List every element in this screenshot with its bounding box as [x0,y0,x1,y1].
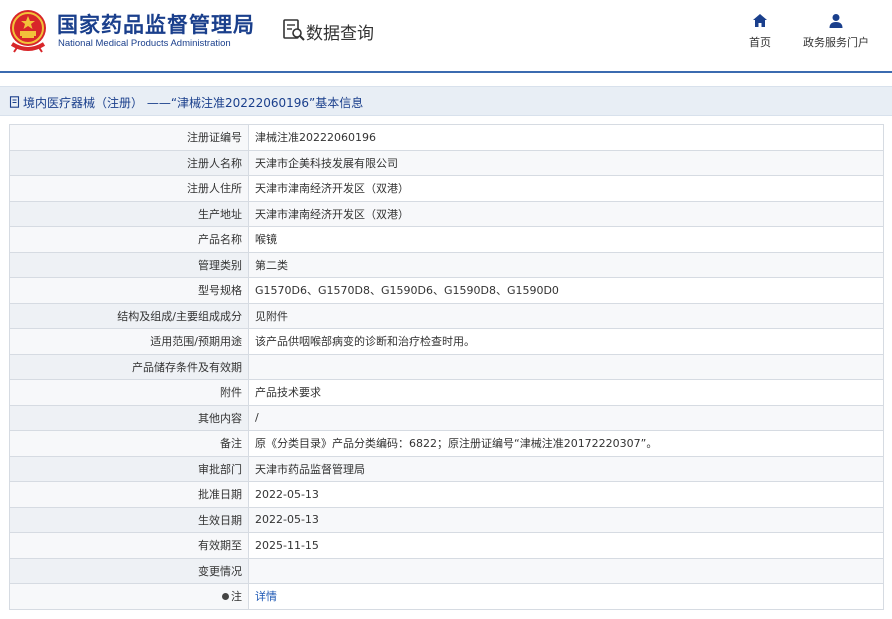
nav-home-label: 首页 [749,36,771,49]
table-row: 产品储存条件及有效期 [9,353,884,380]
table-row: 生效日期 2022-05-13 [9,506,884,533]
user-icon [829,14,843,28]
nav-home[interactable]: 首页 [745,12,775,50]
breadcrumb-text: 境内医疗器械（注册） ——“津械注准20222060196”基本信息 [23,96,364,110]
details-link[interactable]: 详情 [255,590,277,603]
field-label: 附件 [9,379,249,406]
field-label: 有效期至 [9,532,249,559]
field-value: 喉镜 [248,226,884,253]
field-label: 注册人名称 [9,149,249,176]
table-row: 管理类别 第二类 [9,251,884,278]
field-value: 天津市企美科技发展有限公司 [248,149,884,176]
table-row: 批准日期 2022-05-13 [9,481,884,508]
site-header: 国家药品监督管理局 National Medical Products Admi… [0,0,892,72]
device-info-table: 注册证编号 津械注准20222060196 注册人名称 天津市企美科技发展有限公司 注册… [9,124,884,610]
table-row: 型号规格 G1570D6、G1570D8、G1590D6、G1590D8、G159… [9,277,884,304]
field-label: 其他内容 [9,404,249,431]
table-row: 备注 原《分类目录》产品分类编码：6822；原注册证编号“津械注准20172220… [9,430,884,457]
field-label: 注册人住所 [9,175,249,202]
note-label-cell: 注 [9,583,249,610]
document-icon [9,96,20,108]
table-row: 注册证编号 津械注准20222060196 [9,124,884,151]
table-row: 产品名称 喉镜 [9,226,884,253]
document-search-icon [283,19,305,41]
field-value [248,557,884,584]
field-value: 第二类 [248,251,884,278]
note-dot-icon [222,592,229,600]
agency-name-cn: 国家药品监督管理局 [57,13,255,37]
field-value [248,353,884,380]
data-query-title: 数据查询 [306,24,374,44]
table-row: 注册人名称 天津市企美科技发展有限公司 [9,149,884,176]
field-value: 津械注准20222060196 [248,124,884,151]
field-value: 产品技术要求 [248,379,884,406]
agency-name-en: National Medical Products Administration [58,38,231,49]
field-label: 变更情况 [9,557,249,584]
field-label: 生效日期 [9,506,249,533]
note-value-cell: 详情 [248,583,884,610]
header-divider [0,71,892,73]
field-label: 管理类别 [9,251,249,278]
table-row-note: 注详情 [9,583,884,610]
field-label: 生产地址 [9,200,249,227]
field-value: 见附件 [248,302,884,329]
field-label: 审批部门 [9,455,249,482]
field-value: 该产品供咽喉部病变的诊断和治疗检查时用。 [248,328,884,355]
field-value: 2022-05-13 [248,506,884,533]
field-value: 2022-05-13 [248,481,884,508]
national-emblem-icon [10,10,46,53]
nav-service-label: 政务服务门户 [803,36,869,49]
field-value: 天津市药品监督管理局 [248,455,884,482]
field-value: / [248,404,884,431]
field-label: 批准日期 [9,481,249,508]
table-row: 变更情况 [9,557,884,584]
table-row: 结构及组成/主要组成成分 见附件 [9,302,884,329]
field-value: 天津市津南经济开发区（双港） [248,200,884,227]
table-row: 其他内容 / [9,404,884,431]
table-row: 审批部门 天津市药品监督管理局 [9,455,884,482]
note-label: 注 [231,590,242,604]
table-row: 附件 产品技术要求 [9,379,884,406]
breadcrumb: 境内医疗器械（注册） ——“津械注准20222060196”基本信息 [0,86,892,116]
table-row: 注册人住所 天津市津南经济开发区（双港） [9,175,884,202]
field-value: 天津市津南经济开发区（双港） [248,175,884,202]
field-label: 结构及组成/主要组成成分 [9,302,249,329]
table-row: 生产地址 天津市津南经济开发区（双港） [9,200,884,227]
table-row: 适用范围/预期用途 该产品供咽喉部病变的诊断和治疗检查时用。 [9,328,884,355]
field-label: 适用范围/预期用途 [9,328,249,355]
field-label: 型号规格 [9,277,249,304]
field-value: 2025-11-15 [248,532,884,559]
table-row: 有效期至 2025-11-15 [9,532,884,559]
field-value: 原《分类目录》产品分类编码：6822；原注册证编号“津械注准2017222030… [248,430,884,457]
nav-service-portal[interactable]: 政务服务门户 [800,12,872,50]
field-value: G1570D6、G1570D8、G1590D6、G1590D8、G1590D0 [248,277,884,304]
field-label: 备注 [9,430,249,457]
home-icon [753,14,767,27]
field-label: 产品名称 [9,226,249,253]
field-label: 注册证编号 [9,124,249,151]
field-label: 产品储存条件及有效期 [9,353,249,380]
